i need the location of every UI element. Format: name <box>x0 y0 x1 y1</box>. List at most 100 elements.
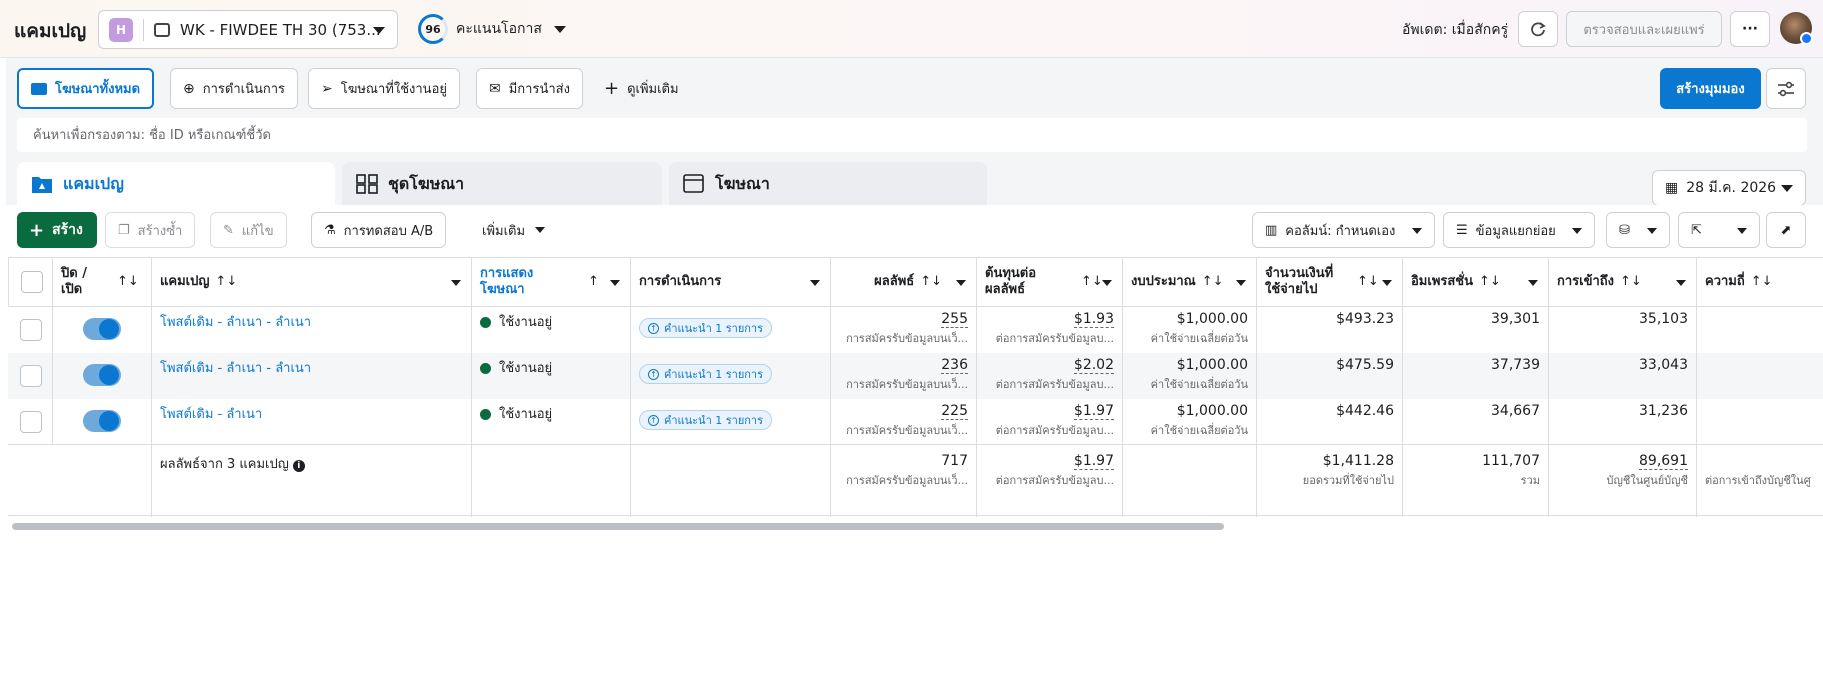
budget-value: $1,000.00 <box>1176 311 1248 327</box>
filter-settings-button[interactable] <box>1766 68 1806 109</box>
budget-cell[interactable]: $1,000.00 ค่าใช้จ่ายเฉลี่ยต่อวัน <box>1122 307 1256 353</box>
create-label: สร้าง <box>52 222 83 238</box>
export-button[interactable]: ⇱ <box>1678 212 1760 248</box>
opportunity-score[interactable]: 96 คะแนนโอกาส <box>418 14 566 44</box>
date-range-picker[interactable]: ▦ 28 มี.ค. 2026 <box>1652 170 1806 206</box>
column-header-amount-spent[interactable]: จำนวนเงินที่ใช้จ่ายไป ↑↓ <box>1256 257 1402 307</box>
chevron-down-icon <box>451 280 461 286</box>
sort-icon[interactable]: ↑↓ <box>1620 274 1642 290</box>
totals-reach[interactable]: 89,691 <box>1639 453 1688 470</box>
tab-campaigns[interactable]: แคมเปญ <box>17 162 335 206</box>
campaign-name-link[interactable]: โพสต์เดิม - ลำเนา <box>160 407 262 422</box>
chevron-down-icon <box>1382 280 1392 286</box>
totals-cost[interactable]: $1.97 <box>1073 453 1114 470</box>
campaign-toggle[interactable] <box>83 364 121 386</box>
create-view-button[interactable]: สร้างมุมมอง <box>1660 68 1761 109</box>
filter-active-ads[interactable]: ➢ โฆษณาที่ใช้งานอยู่ <box>308 68 460 109</box>
date-range-label: 28 มี.ค. 2026 <box>1686 180 1777 196</box>
sliders-icon <box>1778 81 1794 96</box>
review-publish-button[interactable]: ตรวจสอบและเผยแพร่ <box>1566 11 1722 47</box>
row-checkbox[interactable] <box>20 411 42 433</box>
recommendation-chip[interactable]: ↑ คำแนะนำ 1 รายการ <box>639 318 773 338</box>
more-button[interactable]: ··· <box>1730 11 1770 47</box>
column-header-delivery[interactable]: การแสดงโฆษณา ↑ <box>471 257 630 307</box>
reports-button[interactable]: ⛁ <box>1606 212 1670 248</box>
more-actions-button[interactable]: เพิ่มเติม <box>470 212 557 248</box>
create-button[interactable]: + สร้าง <box>17 212 97 248</box>
budget-cell[interactable]: $1,000.00 ค่าใช้จ่ายเฉลี่ยต่อวัน <box>1122 399 1256 445</box>
column-header-cost-per-result[interactable]: ต้นทุนต่อผลลัพธ์ ↑↓ <box>976 257 1122 307</box>
column-header-campaign[interactable]: แคมเปญ ↑↓ <box>151 257 471 307</box>
recommendation-label: คำแนะนำ 1 รายการ <box>664 322 764 335</box>
column-header-onoff[interactable]: ปิด / เปิด ↑↓ <box>52 257 151 307</box>
delivery-status: ใช้งานอยู่ <box>499 407 553 422</box>
charts-button[interactable]: ⬈ <box>1766 212 1806 248</box>
filter-all-ads[interactable]: โฆษณาทั้งหมด <box>17 68 155 109</box>
frequency-cell <box>1696 307 1823 353</box>
results-value[interactable]: 255 <box>941 311 968 328</box>
edit-label: แก้ไข <box>241 223 274 239</box>
recommendation-chip[interactable]: ↑ คำแนะนำ 1 รายการ <box>639 364 773 384</box>
totals-reach-cell: 89,691 บัญชีในศูนย์บัญชี <box>1548 445 1696 517</box>
results-value[interactable]: 225 <box>941 403 968 420</box>
budget-cell[interactable]: $1,000.00 ค่าใช้จ่ายเฉลี่ยต่อวัน <box>1122 353 1256 399</box>
sort-icon[interactable]: ↑↓ <box>1202 274 1224 290</box>
cost-value[interactable]: $2.02 <box>1073 357 1114 374</box>
campaign-toggle[interactable] <box>83 410 121 432</box>
chevron-down-icon <box>1737 228 1747 234</box>
sort-icon[interactable]: ↑↓ <box>1479 274 1501 290</box>
filter-actions[interactable]: ⊕ การดำเนินการ <box>170 68 298 109</box>
sort-icon[interactable]: ↑↓ <box>920 274 942 290</box>
cost-value[interactable]: $1.93 <box>1073 311 1114 328</box>
table-row[interactable]: โพสต์เดิม - ลำเนา - ลำเนา ใช้งานอยู่ ↑ คำ… <box>8 307 1823 353</box>
sort-icon[interactable]: ↑↓ <box>1751 274 1773 290</box>
refresh-button[interactable] <box>1518 11 1558 47</box>
column-header-reach[interactable]: การเข้าถึง ↑↓ <box>1548 257 1696 307</box>
campaign-name-link[interactable]: โพสต์เดิม - ลำเนา - ลำเนา <box>160 315 311 330</box>
campaign-name-link[interactable]: โพสต์เดิม - ลำเนา - ลำเนา <box>160 361 311 376</box>
sort-icon[interactable]: ↑↓ <box>215 274 237 290</box>
totals-spacer <box>8 445 151 517</box>
row-select-cell <box>8 399 52 445</box>
sort-icon[interactable]: ↑↓ <box>1081 274 1103 290</box>
cost-value[interactable]: $1.97 <box>1073 403 1114 420</box>
column-header-frequency[interactable]: ความถี่ ↑↓ <box>1696 257 1823 307</box>
sort-ascending-icon[interactable]: ↑ <box>588 274 599 290</box>
chevron-down-icon <box>1676 280 1686 286</box>
recommendation-chip[interactable]: ↑ คำแนะนำ 1 รายการ <box>639 410 773 430</box>
sort-icon[interactable]: ↑↓ <box>1357 274 1379 290</box>
sort-icon[interactable]: ↑↓ <box>117 274 139 290</box>
table-row[interactable]: โพสต์เดิม - ลำเนา - ลำเนา ใช้งานอยู่ ↑ คำ… <box>8 353 1823 399</box>
edit-button[interactable]: ✎ แก้ไข <box>210 212 287 248</box>
row-checkbox[interactable] <box>20 319 42 341</box>
header-label: อิมเพรสชั่น <box>1411 274 1474 289</box>
account-selector[interactable]: H WK - FIWDEE TH 30 (753... <box>98 10 398 49</box>
see-more-button[interactable]: + ดูเพิ่มเติม <box>596 68 687 109</box>
info-icon[interactable]: i <box>292 460 305 472</box>
table-row[interactable]: โพสต์เดิม - ลำเนา ใช้งานอยู่ ↑ คำแนะนำ 1 … <box>8 399 1823 445</box>
export-icon: ⇱ <box>1691 222 1702 238</box>
score-ring: 96 <box>418 14 448 44</box>
header-label: จำนวนเงินที่ใช้จ่ายไป <box>1265 266 1334 297</box>
column-header-impressions[interactable]: อิมเพรสชั่น ↑↓ <box>1402 257 1548 307</box>
duplicate-button[interactable]: ❐ สร้างซ้ำ <box>105 212 196 248</box>
results-value[interactable]: 236 <box>941 357 968 374</box>
toggle-knob <box>99 365 119 385</box>
column-header-actions[interactable]: การดำเนินการ <box>630 257 830 307</box>
chevron-down-icon <box>1528 280 1538 286</box>
tab-ad-sets[interactable]: ชุดโฆษณา <box>342 162 662 206</box>
campaign-toggle[interactable] <box>83 318 121 340</box>
search-input[interactable] <box>17 118 1807 152</box>
horizontal-scrollbar[interactable] <box>12 523 1224 530</box>
totals-row: ผลลัพธ์จาก 3 แคมเปญ i 717 การสมัครรับข้อมู… <box>8 444 1823 517</box>
columns-button[interactable]: ▥ คอลัมน์: กำหนดเอง <box>1252 212 1435 248</box>
ab-test-button[interactable]: ⚗ การทดสอบ A/B <box>311 212 447 248</box>
select-all-checkbox[interactable] <box>21 271 43 293</box>
tab-ads[interactable]: โฆษณา <box>669 162 987 206</box>
row-checkbox[interactable] <box>20 365 42 387</box>
filter-delivery[interactable]: ✉ มีการนำส่ง <box>476 68 583 109</box>
chevron-down-icon <box>1647 228 1657 234</box>
breakdown-button[interactable]: ☰ ข้อมูลแยกย่อย <box>1443 212 1595 248</box>
column-header-results[interactable]: ผลลัพธ์ ↑↓ <box>830 257 976 307</box>
column-header-budget[interactable]: งบประมาณ ↑↓ <box>1122 257 1256 307</box>
